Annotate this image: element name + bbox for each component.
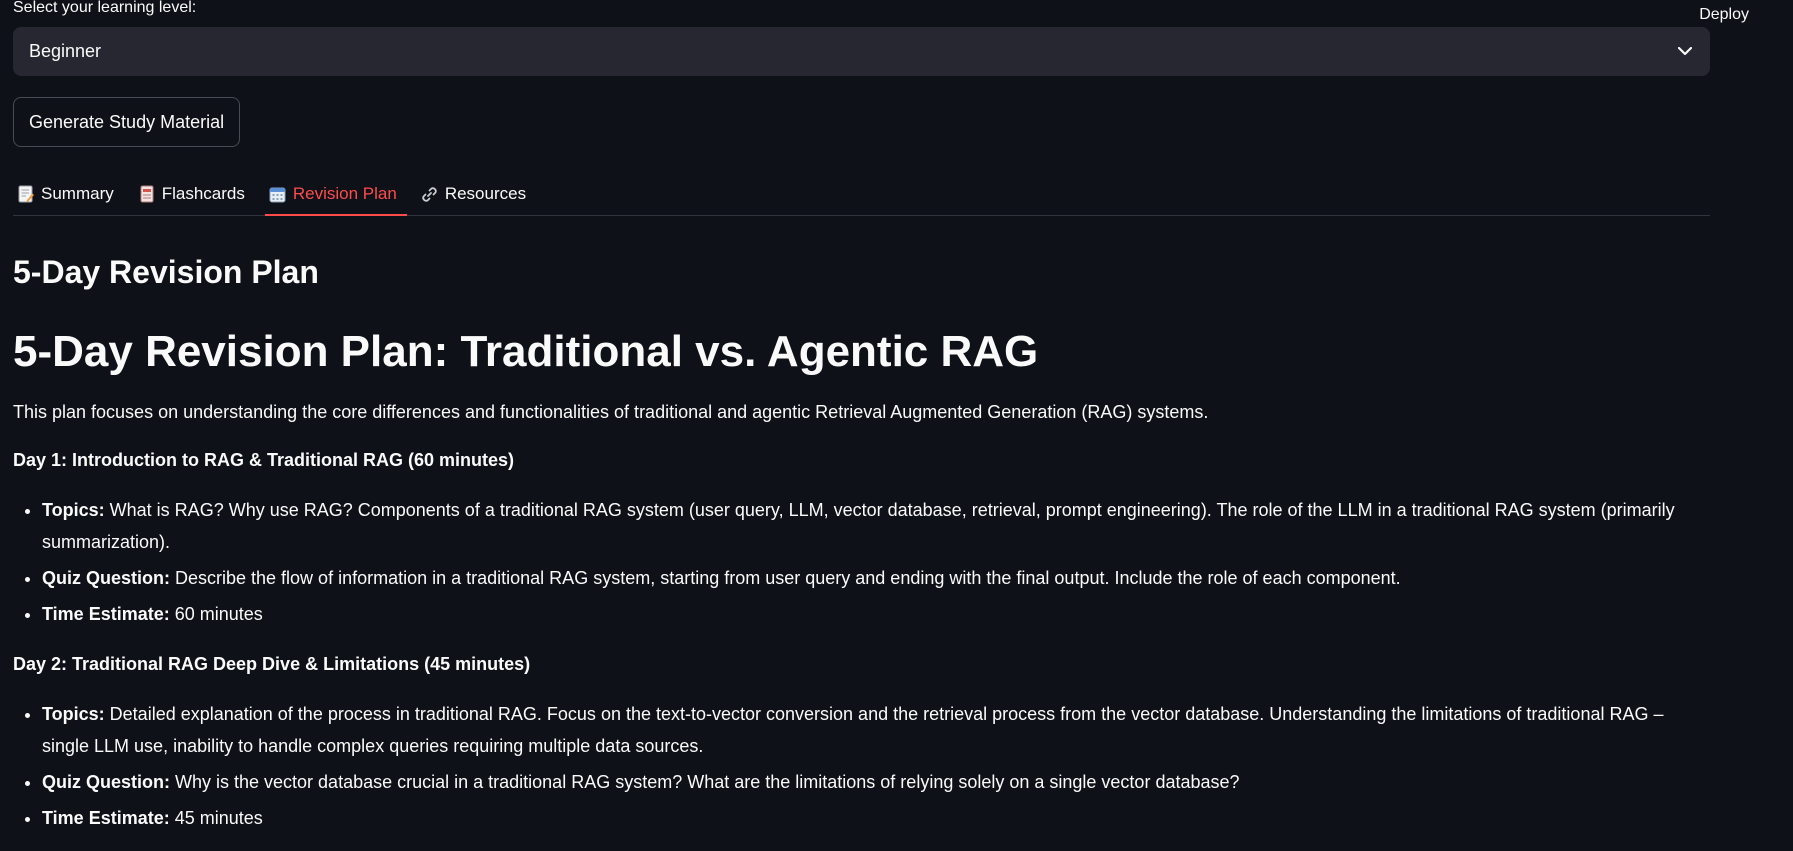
quiz-text: Describe the flow of information in a tr… — [170, 568, 1401, 588]
chevron-down-icon — [1676, 43, 1694, 61]
level-select-value: Beginner — [29, 41, 102, 61]
memo-icon — [17, 185, 35, 203]
time-text: 60 minutes — [169, 604, 263, 624]
topics-label: Topics: — [42, 500, 105, 520]
main-content: Select your learning level: Beginner Gen… — [13, 0, 1710, 838]
list-item: Topics: What is RAG? Why use RAG? Compon… — [42, 494, 1710, 558]
list-item: Time Estimate: 60 minutes — [42, 598, 1710, 630]
tab-flashcards[interactable]: Flashcards — [134, 173, 255, 215]
day-2-list: Topics: Detailed explanation of the proc… — [13, 698, 1710, 834]
tab-summary-label: Summary — [41, 184, 114, 203]
tab-flashcards-label: Flashcards — [161, 184, 245, 203]
list-item: Time Estimate: 45 minutes — [42, 802, 1710, 834]
tab-resources-label: Resources — [444, 184, 527, 203]
topics-text: Detailed explanation of the process in t… — [42, 704, 1664, 756]
section-title: 5-Day Revision Plan — [13, 254, 319, 290]
link-icon — [421, 185, 439, 203]
level-select-label: Select your learning level: — [13, 0, 197, 16]
plan-intro: This plan focuses on understanding the c… — [13, 402, 1209, 422]
tab-summary[interactable]: Summary — [13, 173, 124, 215]
generate-study-material-button[interactable]: Generate Study Material — [13, 97, 241, 147]
day-2-heading: Day 2: Traditional RAG Deep Dive & Limit… — [13, 654, 531, 674]
day-1-heading: Day 1: Introduction to RAG & Traditional… — [13, 450, 515, 470]
app-page: Deploy Select your learning level: Begin… — [0, 0, 1793, 851]
calendar-icon — [269, 185, 287, 203]
list-item: Quiz Question: Describe the flow of info… — [42, 562, 1710, 594]
topics-text: What is RAG? Why use RAG? Components of … — [42, 500, 1675, 552]
list-item: Quiz Question: Why is the vector databas… — [42, 766, 1710, 798]
day-1-list: Topics: What is RAG? Why use RAG? Compon… — [13, 494, 1710, 630]
tab-revision-plan-label: Revision Plan — [292, 184, 397, 203]
quiz-text: Why is the vector database crucial in a … — [170, 772, 1240, 792]
list-item: Topics: Detailed explanation of the proc… — [42, 698, 1710, 762]
quiz-label: Quiz Question: — [42, 568, 170, 588]
topics-label: Topics: — [42, 704, 105, 724]
time-text: 45 minutes — [169, 808, 263, 828]
time-label: Time Estimate: — [42, 604, 170, 624]
tab-revision-plan[interactable]: Revision Plan — [264, 173, 407, 216]
level-select[interactable]: Beginner — [13, 27, 1710, 76]
quiz-label: Quiz Question: — [42, 772, 170, 792]
tab-bar: Summary Flashcards Revision Plan Resourc… — [13, 173, 1710, 216]
card-index-icon — [138, 185, 156, 203]
tab-resources[interactable]: Resources — [417, 173, 536, 215]
plan-title: 5-Day Revision Plan: Traditional vs. Age… — [13, 327, 1039, 376]
time-label: Time Estimate: — [42, 808, 170, 828]
